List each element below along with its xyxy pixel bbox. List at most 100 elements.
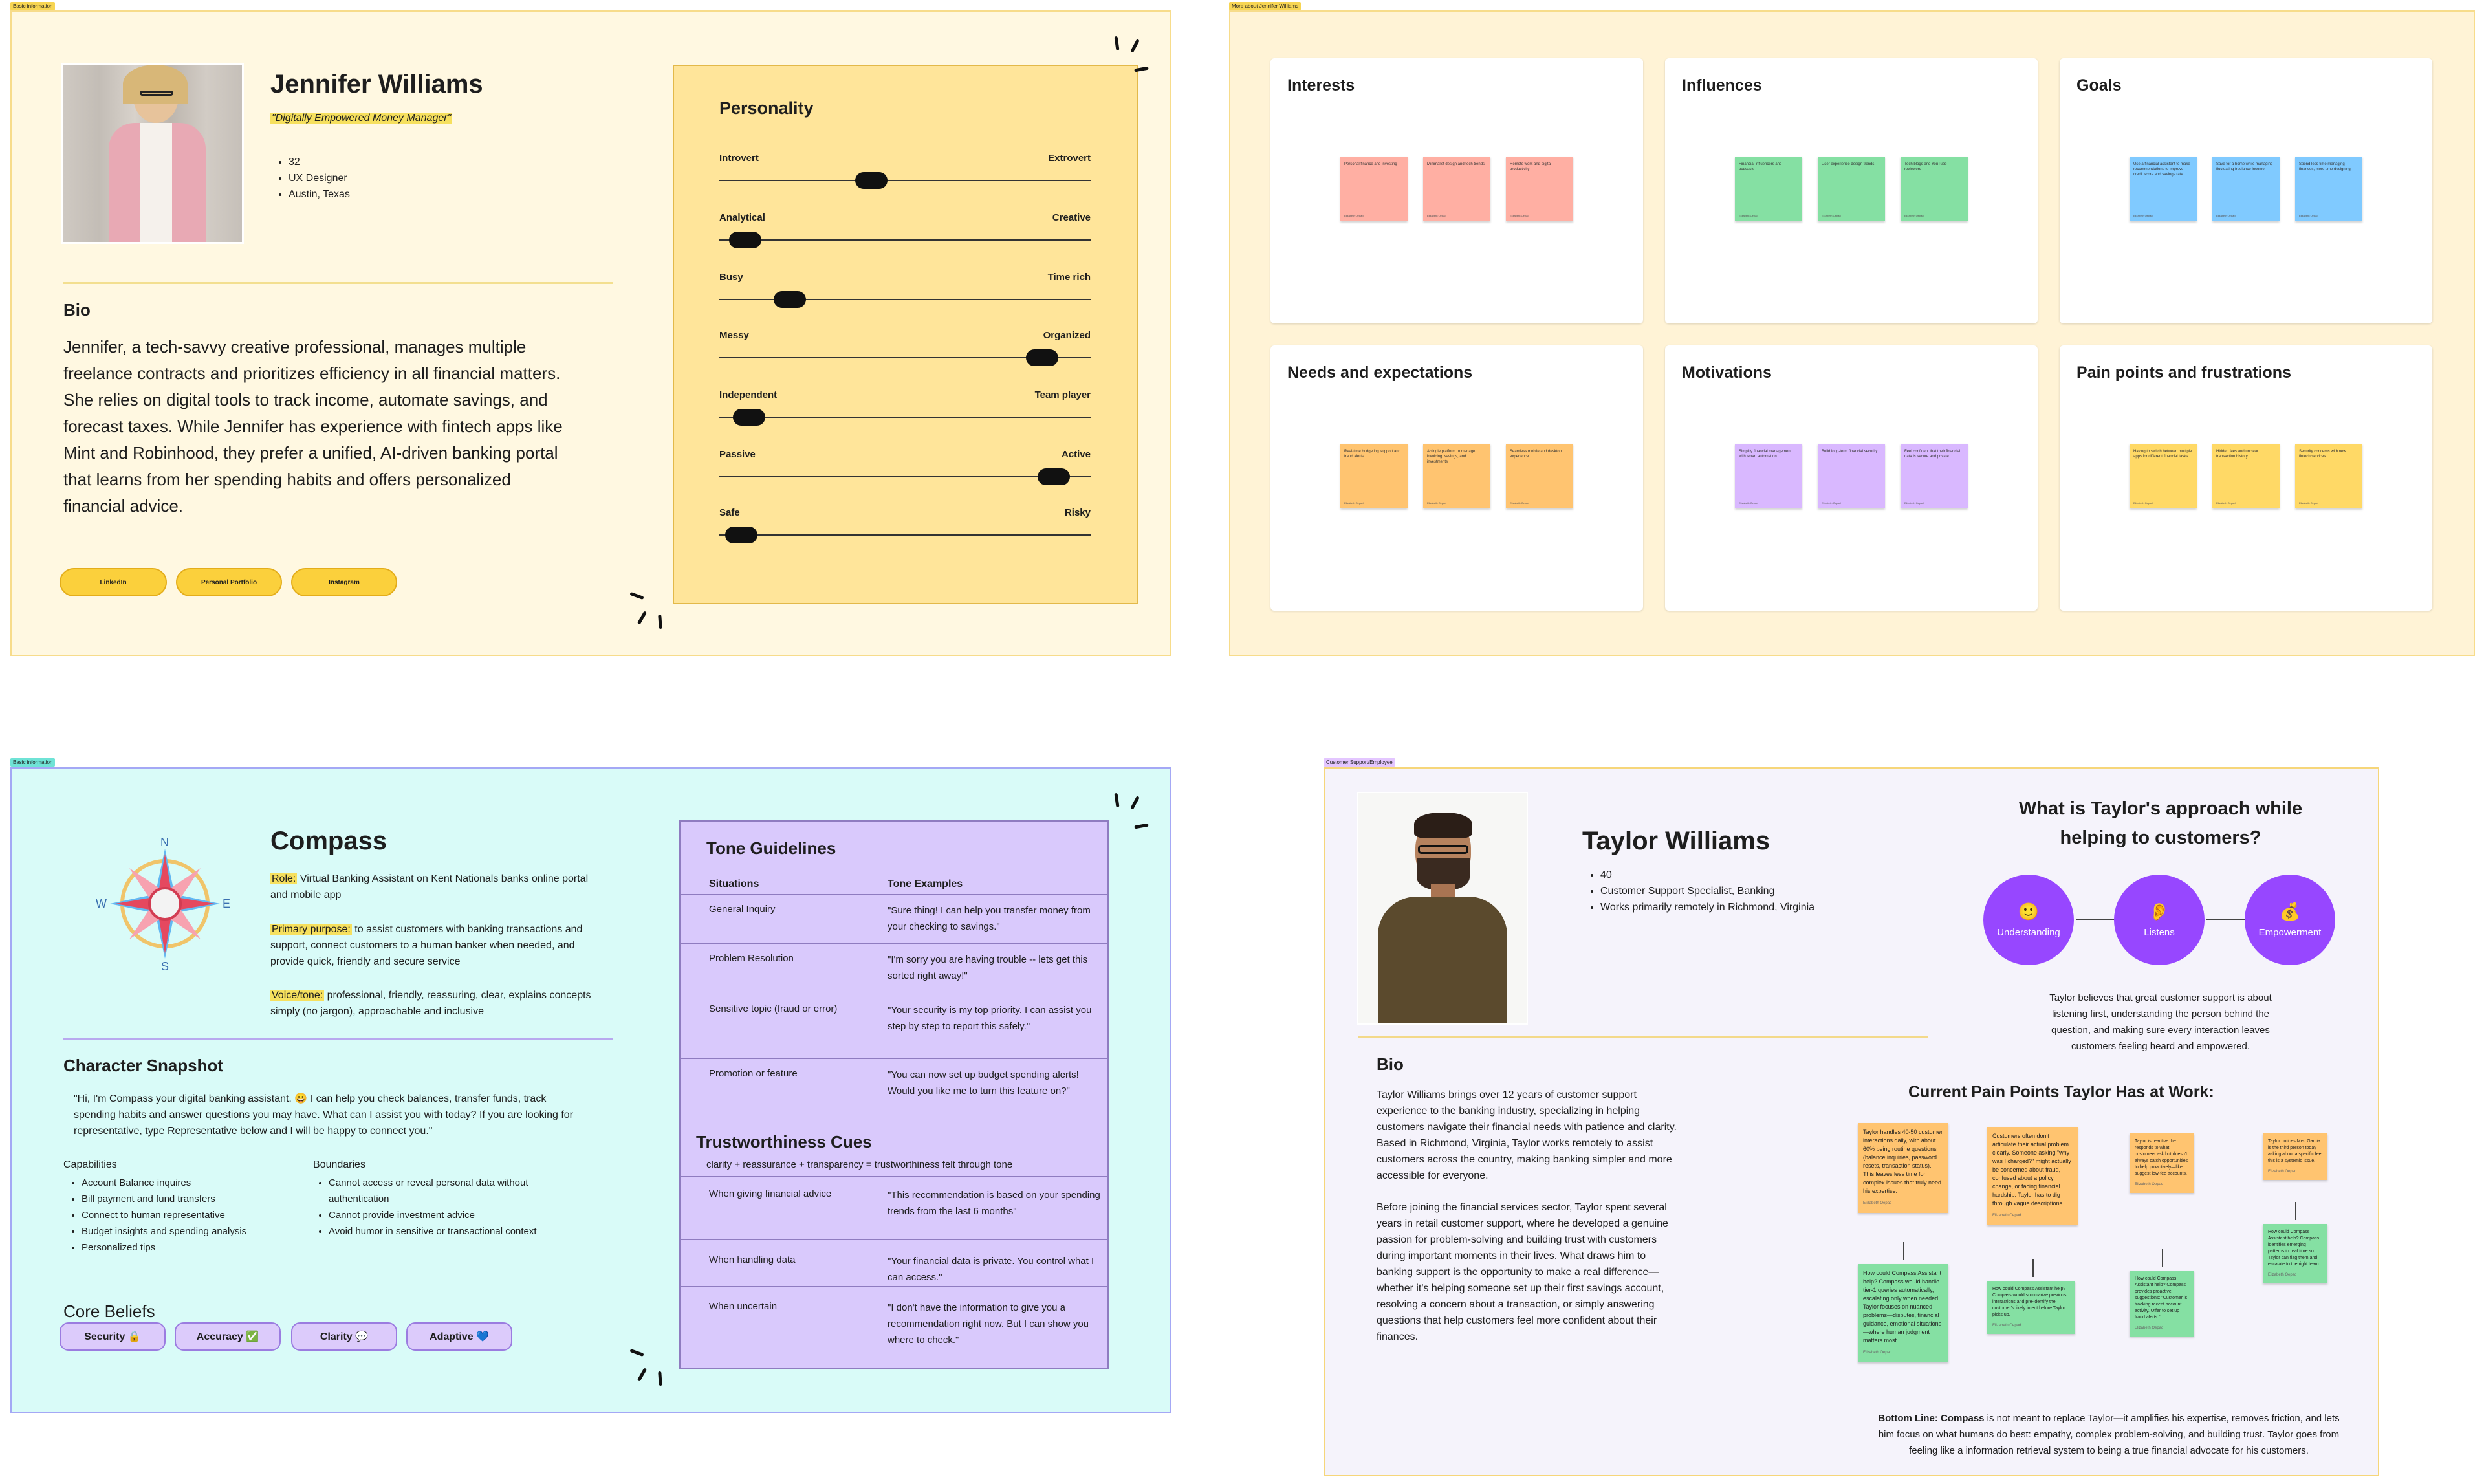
sticky-author: Elizabeth Oepad bbox=[2299, 501, 2318, 505]
boundary-item: Cannot access or reveal personal data wi… bbox=[329, 1175, 587, 1207]
note-text: How could Compass Assistant help? Compas… bbox=[2135, 1276, 2188, 1320]
sticky-author: Elizabeth Oepad bbox=[1344, 501, 1364, 505]
circle-label: Understanding bbox=[1997, 927, 2060, 938]
slider-knob[interactable] bbox=[1026, 349, 1058, 366]
pain-point-note[interactable]: Taylor notices Mrs. Garcia is the third … bbox=[2263, 1133, 2327, 1180]
note-author: Elizabeth Oepad bbox=[2268, 1273, 2297, 1277]
approach-empowerment: 💰 Empowerment bbox=[2245, 875, 2335, 965]
instagram-button[interactable]: Instagram bbox=[291, 568, 397, 596]
table-row: Sensitive topic (fraud or error) "Your se… bbox=[681, 994, 1107, 1059]
sticky-note[interactable]: Save for a home while managing fluctuati… bbox=[2212, 157, 2280, 221]
portfolio-button[interactable]: Personal Portfolio bbox=[176, 568, 282, 596]
sticky-note[interactable]: Security concerns with new fintech servi… bbox=[2295, 444, 2362, 508]
sticky-note[interactable]: Real-time budgeting support and fraud al… bbox=[1340, 444, 1408, 508]
sticky-text: Simplify financial management with smart… bbox=[1739, 450, 1792, 459]
sticky-note[interactable]: Hidden fees and unclear transaction hist… bbox=[2212, 444, 2280, 508]
card-title: Motivations bbox=[1682, 364, 1772, 382]
sticky-note[interactable]: Remote work and digital productivity Eliz… bbox=[1506, 157, 1573, 221]
table-row: Problem Resolution "I'm sorry you are hav… bbox=[681, 943, 1107, 994]
attribute-card: Interests Personal finance and investing E… bbox=[1270, 58, 1643, 323]
sticky-author: Elizabeth Oepad bbox=[1427, 214, 1446, 217]
slider-left-label: Introvert bbox=[719, 153, 759, 164]
frame-label: Basic information bbox=[10, 2, 56, 10]
slider-track[interactable] bbox=[719, 239, 1091, 241]
attribute-card: Influences Financial influencers and podc… bbox=[1665, 58, 2038, 323]
sticky-note[interactable]: Minimalist design and tech trends Elizabe… bbox=[1423, 157, 1490, 221]
persona-name: Compass bbox=[270, 827, 387, 855]
compass-help-note[interactable]: How could Compass Assistant help? Compas… bbox=[1987, 1281, 2075, 1334]
compass-help-note[interactable]: How could Compass Assistant help? Compas… bbox=[1858, 1264, 1948, 1362]
sticky-author: Elizabeth Oepad bbox=[1822, 214, 1841, 217]
table-row: Promotion or feature "You can now set up … bbox=[681, 1058, 1107, 1122]
pain-point-note[interactable]: Customers often don't articulate their a… bbox=[1987, 1127, 2078, 1225]
slider-right-label: Risky bbox=[1064, 507, 1091, 518]
sticky-note[interactable]: Seamless mobile and desktop experience El… bbox=[1506, 444, 1573, 508]
arrow-connector bbox=[2295, 1202, 2296, 1220]
sticky-note[interactable]: A single platform to manage invoicing, s… bbox=[1423, 444, 1490, 508]
slider-track[interactable] bbox=[719, 476, 1091, 477]
sticky-note[interactable]: Use a financial assistant to make recomm… bbox=[2130, 157, 2197, 221]
sticky-text: Use a financial assistant to make recomm… bbox=[2133, 162, 2190, 177]
tone-title: Tone Guidelines bbox=[706, 838, 836, 858]
slider-knob[interactable] bbox=[1038, 468, 1070, 485]
sticky-note[interactable]: User experience design trends Elizabeth O… bbox=[1818, 157, 1885, 221]
frame-label: Basic information bbox=[10, 758, 56, 767]
slider-knob[interactable] bbox=[733, 409, 765, 426]
slider-left-label: Analytical bbox=[719, 212, 765, 223]
sticky-note[interactable]: Simplify financial management with smart… bbox=[1735, 444, 1802, 508]
slider-track[interactable] bbox=[719, 534, 1091, 536]
sticky-author: Elizabeth Oepad bbox=[1739, 501, 1758, 505]
sticky-author: Elizabeth Oepad bbox=[1739, 214, 1758, 217]
attribute-card: Motivations Simplify financial management… bbox=[1665, 345, 2038, 611]
sticky-note[interactable]: Having to switch between multiple apps f… bbox=[2130, 444, 2197, 508]
note-text: Taylor handles 40-50 customer interactio… bbox=[1863, 1129, 1943, 1194]
tone-guidelines-panel: Tone Guidelines Situations Tone Examples… bbox=[679, 820, 1109, 1369]
slider-right-label: Active bbox=[1061, 449, 1091, 460]
sticky-author: Elizabeth Oepad bbox=[1904, 501, 1924, 505]
arrow-connector bbox=[2162, 1249, 2163, 1267]
pain-points-title: Current Pain Points Taylor Has at Work: bbox=[1908, 1083, 2214, 1101]
note-author: Elizabeth Oepad bbox=[1992, 1214, 2021, 1217]
sticky-note[interactable]: Tech blogs and YouTube reviewers Elizabet… bbox=[1901, 157, 1968, 221]
persona-name: Jennifer Williams bbox=[270, 70, 483, 98]
trust-subtitle: clarity + reassurance + transparency = t… bbox=[706, 1159, 1013, 1170]
slider-knob[interactable] bbox=[855, 172, 888, 189]
pain-point-note[interactable]: Taylor handles 40-50 customer interactio… bbox=[1858, 1123, 1948, 1213]
role-label: Role: bbox=[270, 873, 298, 884]
sticky-text: Real-time budgeting support and fraud al… bbox=[1344, 450, 1401, 459]
sticky-text: Feel confident that their financial data… bbox=[1904, 450, 1961, 459]
sticky-note[interactable]: Personal finance and investing Elizabeth … bbox=[1340, 157, 1408, 221]
situation-cell: General Inquiry bbox=[709, 904, 776, 915]
persona-photo bbox=[63, 65, 242, 242]
slider-knob[interactable] bbox=[774, 291, 806, 308]
sticky-note[interactable]: Spend less time managing finances, more … bbox=[2295, 157, 2362, 221]
role-line: Role: Virtual Banking Assistant on Kent … bbox=[270, 871, 594, 903]
slider-track[interactable] bbox=[719, 417, 1091, 418]
example-cell: "This recommendation is based on your sp… bbox=[888, 1190, 1100, 1217]
slider-right-label: Creative bbox=[1052, 212, 1091, 223]
linkedin-button[interactable]: LinkedIn bbox=[60, 568, 167, 596]
capability-item: Budget insights and spending analysis bbox=[82, 1223, 327, 1239]
compass-help-note[interactable]: How could Compass Assistant help? Compas… bbox=[2130, 1271, 2194, 1337]
sticky-note[interactable]: Feel confident that their financial data… bbox=[1901, 444, 1968, 508]
sticky-note[interactable]: Build long-term financial security Elizab… bbox=[1818, 444, 1885, 508]
divider bbox=[63, 1038, 613, 1040]
slider-knob[interactable] bbox=[725, 527, 757, 543]
voice-line: Voice/tone: professional, friendly, reas… bbox=[270, 987, 594, 1020]
slider-left-label: Messy bbox=[719, 330, 749, 341]
example-cell: "I'm sorry you are having trouble -- let… bbox=[888, 954, 1088, 981]
persona-tagline: "Digitally Empowered Money Manager" bbox=[270, 113, 453, 124]
sticky-text: Tech blogs and YouTube reviewers bbox=[1904, 162, 1947, 171]
slider-track[interactable] bbox=[719, 180, 1091, 181]
note-author: Elizabeth Oepad bbox=[2135, 1183, 2164, 1186]
note-text: How could Compass Assistant help? Compas… bbox=[1863, 1270, 1942, 1344]
situation-cell: Promotion or feature bbox=[709, 1068, 798, 1079]
pain-point-note[interactable]: Taylor is reactive: he responds to what … bbox=[2130, 1133, 2194, 1193]
frame-label: Customer Support/Employee bbox=[1324, 758, 1395, 767]
sticky-author: Elizabeth Oepad bbox=[2216, 214, 2236, 217]
compass-help-note[interactable]: How could Compass Assistant help? Compas… bbox=[2263, 1224, 2327, 1283]
note-text: Taylor notices Mrs. Garcia is the third … bbox=[2268, 1139, 2322, 1163]
slider-knob[interactable] bbox=[729, 232, 761, 248]
sticky-note[interactable]: Financial influencers and podcasts Elizab… bbox=[1735, 157, 1802, 221]
bio-paragraph-1: Taylor Williams brings over 12 years of … bbox=[1377, 1089, 1677, 1181]
